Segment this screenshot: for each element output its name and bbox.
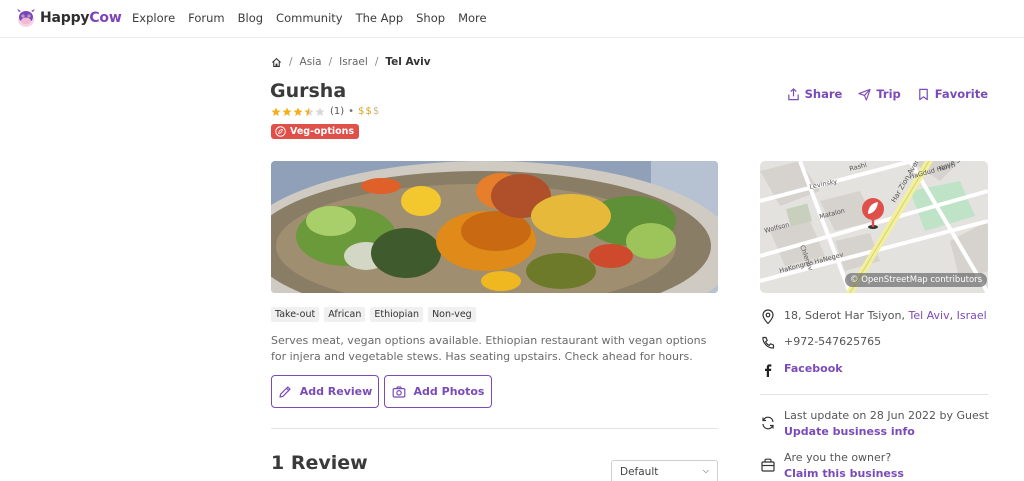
- logo-word-cow: Cow: [89, 10, 122, 26]
- breadcrumb-tel-aviv[interactable]: Tel Aviv: [385, 56, 430, 68]
- breadcrumb-separator: /: [328, 56, 333, 68]
- owner-row: Are you the owner? Claim this business: [760, 450, 904, 481]
- add-review-button[interactable]: Add Review: [271, 375, 379, 408]
- rating-count[interactable]: (1): [330, 106, 344, 117]
- listing-actions: Share Trip Favorite: [771, 87, 988, 101]
- facebook-icon: [765, 364, 772, 377]
- rating-dot-separator: •: [348, 106, 355, 117]
- update-business-info-link[interactable]: Update business info: [784, 424, 989, 440]
- favorite-button[interactable]: Favorite: [917, 87, 988, 101]
- store-icon: [761, 458, 775, 472]
- owner-question: Are you the owner?: [784, 451, 892, 464]
- chevron-down-icon: ⌵: [702, 466, 709, 475]
- address-comma: ,: [949, 309, 954, 322]
- nav-more[interactable]: More: [458, 11, 487, 25]
- tag-african[interactable]: African: [324, 307, 366, 322]
- map-attribution[interactable]: © OpenStreetMap contributors: [845, 273, 988, 287]
- owner-text: Are you the owner? Claim this business: [784, 450, 904, 481]
- address-row: 18, Sderot Har Tsiyon, Tel Aviv, Israel: [760, 309, 987, 325]
- nav-forum[interactable]: Forum: [188, 11, 224, 25]
- nav-blog[interactable]: Blog: [238, 11, 263, 25]
- share-icon: [787, 87, 799, 100]
- add-photos-button[interactable]: Add Photos: [384, 375, 492, 408]
- pencil-icon: [279, 385, 291, 398]
- breadcrumb: / Asia / Israel / Tel Aviv: [271, 56, 431, 68]
- bookmark-icon: [918, 88, 928, 100]
- happycow-logo[interactable]: HappyCow: [14, 5, 122, 31]
- address-city-link[interactable]: Tel Aviv: [908, 309, 949, 322]
- plane-icon: [858, 88, 871, 101]
- address-country-link[interactable]: Israel: [957, 309, 987, 322]
- tag-non-veg[interactable]: Non-veg: [428, 307, 476, 322]
- tag-take-out[interactable]: Take-out: [271, 307, 320, 322]
- star-full-icon: [293, 107, 303, 116]
- cow-logo-icon: [17, 9, 35, 27]
- home-icon[interactable]: [271, 57, 282, 68]
- phone-row: +972-547625765: [760, 335, 881, 351]
- add-photos-label: Add Photos: [413, 385, 485, 398]
- last-update-text: Last update on 28 Jun 2022 by Guest Upda…: [784, 408, 989, 440]
- price-level: $$$: [358, 106, 380, 117]
- logo-word-happy: Happy: [40, 10, 90, 26]
- restaurant-description: Serves meat, vegan options available. Et…: [271, 334, 707, 363]
- address-text: 18, Sderot Har Tsiyon, Tel Aviv, Israel: [784, 309, 987, 322]
- veg-options-label: Veg-options: [290, 126, 355, 137]
- map-pin-icon: [762, 309, 774, 325]
- star-empty-icon: [315, 107, 325, 116]
- info-divider: [760, 394, 988, 395]
- phone-number[interactable]: +972-547625765: [784, 335, 881, 348]
- veg-options-badge: Veg-options: [271, 124, 360, 139]
- reviews-heading: 1 Review: [271, 452, 368, 474]
- last-update-row: Last update on 28 Jun 2022 by Guest Upda…: [760, 408, 989, 440]
- tag-ethiopian[interactable]: Ethiopian: [370, 307, 424, 322]
- price-filled: $$: [358, 106, 373, 117]
- review-sort-select[interactable]: Default ⌵: [611, 460, 718, 481]
- nav-explore[interactable]: Explore: [132, 11, 175, 25]
- rating-row: (1) • $$$: [271, 106, 380, 117]
- favorite-label: Favorite: [934, 87, 988, 101]
- facebook-link[interactable]: Facebook: [784, 362, 843, 375]
- address-street: 18, Sderot Har Tsiyon,: [784, 309, 905, 322]
- sort-selected-value: Default: [620, 466, 659, 478]
- breadcrumb-separator: /: [374, 56, 379, 68]
- add-review-label: Add Review: [299, 385, 373, 398]
- phone-icon: [762, 336, 775, 349]
- price-dim: $: [372, 106, 381, 117]
- star-full-icon: [271, 107, 281, 116]
- facebook-row: Facebook: [760, 362, 843, 378]
- leaf-icon: [275, 126, 286, 137]
- logo-wordmark: HappyCow: [40, 10, 122, 26]
- trip-label: Trip: [876, 87, 901, 101]
- breadcrumb-separator: /: [289, 56, 293, 68]
- share-label: Share: [804, 87, 843, 101]
- restaurant-photo[interactable]: [271, 161, 718, 293]
- nav-shop[interactable]: Shop: [416, 11, 445, 25]
- star-full-icon: [282, 107, 292, 116]
- claim-business-link[interactable]: Claim this business: [784, 466, 904, 481]
- breadcrumb-israel[interactable]: Israel: [339, 56, 368, 68]
- nav-the-app[interactable]: The App: [356, 11, 404, 25]
- breadcrumb-asia[interactable]: Asia: [300, 56, 322, 68]
- star-half-icon: [304, 107, 314, 116]
- share-button[interactable]: Share: [787, 87, 843, 101]
- nav-community[interactable]: Community: [276, 11, 343, 25]
- main-nav: Explore Forum Blog Community The App Sho…: [132, 11, 500, 25]
- last-update-label: Last update on 28 Jun 2022 by Guest: [784, 409, 989, 422]
- refresh-icon: [762, 416, 774, 430]
- camera-icon: [392, 385, 405, 398]
- top-navigation-bar: HappyCow Explore Forum Blog Community Th…: [0, 0, 1024, 38]
- trip-button[interactable]: Trip: [858, 87, 901, 101]
- content-divider: [271, 428, 718, 429]
- cuisine-tags: Take-out African Ethiopian Non-veg: [271, 307, 481, 322]
- restaurant-name: Gursha: [270, 80, 347, 102]
